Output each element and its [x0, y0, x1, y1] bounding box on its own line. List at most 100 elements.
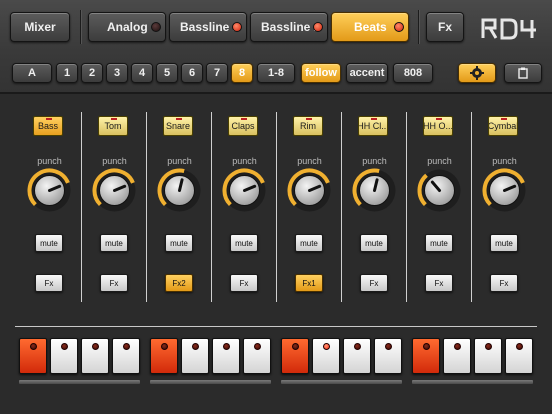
channel-indicator-icon — [436, 118, 442, 120]
step-button[interactable] — [474, 338, 502, 374]
bank-button[interactable]: A — [12, 63, 52, 83]
step-button[interactable] — [50, 338, 78, 374]
step-button[interactable] — [374, 338, 402, 374]
mute-button[interactable]: mute — [425, 234, 453, 252]
punch-knob[interactable] — [417, 168, 462, 213]
pattern-2-button[interactable]: 2 — [81, 63, 103, 83]
channel-fx-button[interactable]: Fx — [100, 274, 128, 292]
channel-fx-button[interactable]: Fx2 — [165, 274, 193, 292]
step-led-icon — [192, 343, 199, 350]
punch-label: punch — [427, 156, 452, 166]
punch-label: punch — [232, 156, 257, 166]
channel-name-button[interactable]: Rim — [293, 116, 323, 136]
channel-fx-button[interactable]: Fx1 — [295, 274, 323, 292]
app-logo — [480, 16, 540, 40]
step-led-icon — [454, 343, 461, 350]
mute-button[interactable]: mute — [295, 234, 323, 252]
channel-fx-button[interactable]: Fx — [35, 274, 63, 292]
channel-name-button[interactable]: HH O... — [423, 116, 453, 136]
pattern-8-button[interactable]: 8 — [231, 63, 253, 83]
step-group-bar — [281, 380, 402, 384]
bassline1-button[interactable]: Bassline 1 — [169, 12, 247, 42]
channel-name-button[interactable]: Bass — [33, 116, 63, 136]
mixer-button[interactable]: Mixer — [10, 12, 70, 42]
analog-button[interactable]: Analog — [88, 12, 166, 42]
toolbar-separator — [418, 10, 419, 44]
punch-knob[interactable] — [92, 168, 137, 213]
mute-button[interactable]: mute — [165, 234, 193, 252]
step-button[interactable] — [281, 338, 309, 374]
punch-knob[interactable] — [482, 168, 527, 213]
punch-knob[interactable] — [222, 168, 267, 213]
channel-indicator-icon — [176, 118, 182, 120]
step-button[interactable] — [243, 338, 271, 374]
step-group-bar — [19, 380, 140, 384]
mute-button[interactable]: mute — [100, 234, 128, 252]
step-button[interactable] — [212, 338, 240, 374]
pattern-6-button[interactable]: 6 — [181, 63, 203, 83]
channel-fx-button[interactable]: Fx — [360, 274, 388, 292]
channel-indicator-icon — [501, 118, 507, 120]
mixer-channel: HH O... punch mute Fx — [407, 112, 472, 302]
channel-name-button[interactable]: Tom — [98, 116, 128, 136]
mode-808-button[interactable]: 808 — [393, 63, 433, 83]
punch-label: punch — [102, 156, 127, 166]
step-button[interactable] — [443, 338, 471, 374]
punch-knob[interactable] — [287, 168, 332, 213]
beats-button[interactable]: Beats — [331, 12, 409, 42]
punch-label: punch — [362, 156, 387, 166]
channel-indicator-icon — [46, 118, 52, 120]
step-button[interactable] — [181, 338, 209, 374]
punch-knob[interactable] — [27, 168, 72, 213]
mute-button[interactable]: mute — [360, 234, 388, 252]
step-button[interactable] — [19, 338, 47, 374]
punch-label: punch — [297, 156, 322, 166]
gear-icon — [470, 66, 484, 80]
step-led-icon — [254, 343, 261, 350]
range-button[interactable]: 1-8 — [257, 63, 295, 83]
sequencer-divider — [15, 326, 537, 327]
step-button[interactable] — [505, 338, 533, 374]
pattern-4-button[interactable]: 4 — [131, 63, 153, 83]
beats-label: Beats — [354, 20, 387, 34]
accent-button[interactable]: accent — [346, 63, 388, 83]
channel-name-button[interactable]: Cymbal — [488, 116, 518, 136]
channel-name-button[interactable]: Snare — [163, 116, 193, 136]
channel-fx-button[interactable]: Fx — [490, 274, 518, 292]
step-button[interactable] — [312, 338, 340, 374]
pattern-3-button[interactable]: 3 — [106, 63, 128, 83]
analog-label: Analog — [107, 20, 148, 34]
punch-knob[interactable] — [157, 168, 202, 213]
step-button[interactable] — [112, 338, 140, 374]
channel-indicator-icon — [371, 118, 377, 120]
pattern-1-button[interactable]: 1 — [56, 63, 78, 83]
follow-button[interactable]: follow — [301, 63, 341, 83]
step-button[interactable] — [81, 338, 109, 374]
channel-name-label: Snare — [165, 121, 191, 131]
channel-name-button[interactable]: HH Cl... — [358, 116, 388, 136]
channel-fx-button[interactable]: Fx — [230, 274, 258, 292]
pattern-7-button[interactable]: 7 — [206, 63, 228, 83]
settings-button[interactable] — [458, 63, 496, 83]
channel-name-button[interactable]: Claps — [228, 116, 258, 136]
mute-button[interactable]: mute — [35, 234, 63, 252]
bassline2-button[interactable]: Bassline 2 — [250, 12, 328, 42]
channel-indicator-icon — [306, 118, 312, 120]
punch-knob[interactable] — [352, 168, 397, 213]
mixer-channel: Claps punch mute Fx — [212, 112, 277, 302]
step-button[interactable] — [343, 338, 371, 374]
mute-button[interactable]: mute — [490, 234, 518, 252]
mute-button[interactable]: mute — [230, 234, 258, 252]
step-button[interactable] — [412, 338, 440, 374]
step-button[interactable] — [150, 338, 178, 374]
step-led-icon — [485, 343, 492, 350]
step-group-bar — [150, 380, 271, 384]
pattern-5-button[interactable]: 5 — [156, 63, 178, 83]
clear-button[interactable] — [504, 63, 542, 83]
step-led-icon — [423, 343, 430, 350]
channel-name-label: Rim — [300, 121, 316, 131]
fx-button[interactable]: Fx — [426, 12, 464, 42]
punch-label: punch — [167, 156, 192, 166]
step-led-icon — [123, 343, 130, 350]
channel-fx-button[interactable]: Fx — [425, 274, 453, 292]
